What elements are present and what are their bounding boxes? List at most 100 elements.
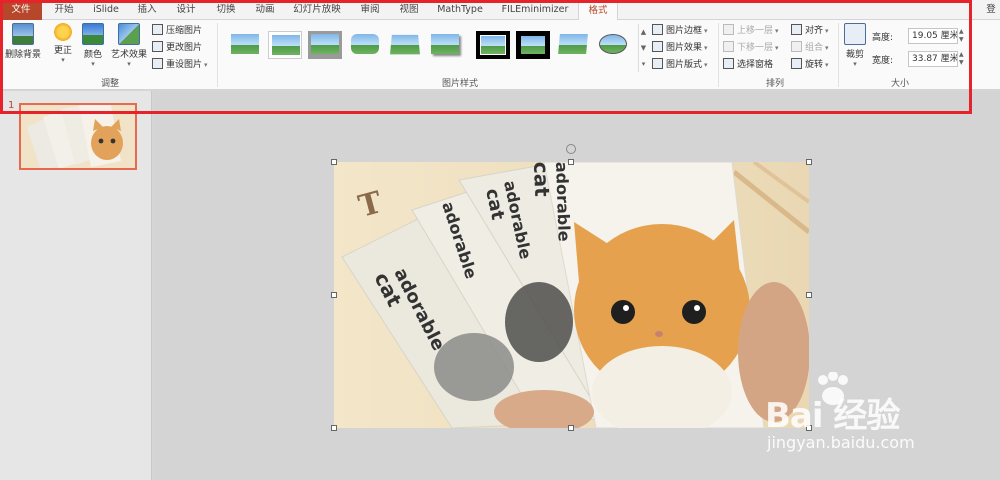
chevron-down-icon: ▾ <box>91 60 95 68</box>
color-picture-icon <box>82 23 104 45</box>
align-icon <box>791 24 802 35</box>
scroll-up-icon[interactable]: ▲ <box>639 24 648 40</box>
border-icon <box>652 24 663 35</box>
baidu-watermark: Bai 经验 jingyan.baidu.com <box>765 371 985 462</box>
crop-button[interactable]: 裁剪 ▾ <box>842 23 868 68</box>
chevron-down-icon: ▾ <box>704 61 708 69</box>
resize-handle-top-right[interactable] <box>806 159 812 165</box>
rotate-icon <box>791 58 802 69</box>
width-label: 宽度: <box>872 56 894 66</box>
resize-handle-left[interactable] <box>331 292 337 298</box>
picture-style-thumb[interactable] <box>268 31 302 59</box>
group-separator <box>838 23 839 87</box>
chevron-down-icon: ▾ <box>704 27 708 35</box>
picture-style-thumb[interactable] <box>556 31 590 59</box>
width-spin-arrows[interactable]: ▲ ▼ <box>959 51 967 67</box>
styles-group-label: 图片样式 <box>441 79 478 89</box>
group-button[interactable]: 组合 ▾ <box>791 40 829 56</box>
tab-review[interactable]: 审阅 <box>354 0 386 20</box>
tab-islide[interactable]: iSlide <box>88 0 124 20</box>
picture-style-thumb[interactable] <box>308 31 342 59</box>
tab-transitions[interactable]: 切换 <box>210 0 242 20</box>
slide-thumbnail[interactable] <box>19 103 137 170</box>
ribbon-tab-bar: 文件 开始 iSlide 插入 设计 切换 动画 幻灯片放映 审阅 视图 Mat… <box>0 0 1000 21</box>
resize-handle-bottom-left[interactable] <box>331 425 337 431</box>
selection-pane-button[interactable]: 选择窗格 <box>723 57 773 73</box>
size-group-label: 大小 <box>890 79 909 89</box>
effects-icon <box>652 41 663 52</box>
resize-handle-right[interactable] <box>806 292 812 298</box>
picture-style-thumb[interactable] <box>388 31 422 59</box>
picture-style-thumb[interactable] <box>348 31 382 59</box>
reset-picture-button[interactable]: 重设图片 ▾ <box>152 57 208 73</box>
compress-icon <box>152 24 163 35</box>
watermark-url: jingyan.baidu.com <box>767 433 915 452</box>
remove-background-icon <box>12 23 34 45</box>
align-button[interactable]: 对齐 ▾ <box>791 23 829 39</box>
artistic-effects-button[interactable]: 艺术效果 ▾ <box>110 23 148 68</box>
login-link[interactable]: 登 <box>982 0 1000 20</box>
remove-background-button[interactable]: 删除背景 <box>3 23 43 60</box>
chevron-down-icon: ▾ <box>704 44 708 52</box>
chevron-down-icon: ▾ <box>825 27 829 35</box>
arrange-group-label: 排列 <box>765 79 784 89</box>
selection-pane-icon <box>723 58 734 69</box>
bring-forward-icon <box>723 24 734 35</box>
tab-view[interactable]: 视图 <box>393 0 425 20</box>
tab-design[interactable]: 设计 <box>170 0 202 20</box>
picture-styles-gallery <box>222 25 639 71</box>
change-picture-button[interactable]: 更改图片 <box>152 40 202 56</box>
picture-effects-button[interactable]: 图片效果 ▾ <box>652 40 708 56</box>
color-button[interactable]: 颜色 ▾ <box>80 23 106 68</box>
chevron-down-icon: ▾ <box>825 61 829 69</box>
height-spin-arrows[interactable]: ▲ ▼ <box>959 28 967 44</box>
compress-pictures-button[interactable]: 压缩图片 <box>152 23 202 39</box>
bring-forward-button[interactable]: 上移一层 ▾ <box>723 23 779 39</box>
group-separator <box>718 23 719 87</box>
chevron-down-icon: ▾ <box>825 44 829 52</box>
slide-number: 1 <box>8 100 15 111</box>
slide-thumbnail-panel: 1 <box>0 91 152 480</box>
chevron-down-icon: ▾ <box>775 44 779 52</box>
resize-handle-bottom[interactable] <box>568 425 574 431</box>
book-text: adorable <box>552 162 574 242</box>
height-spinner: 高度: 19.05 厘米 ▲ ▼ <box>872 28 972 44</box>
correct-button[interactable]: 更正 ▾ <box>50 23 76 64</box>
resize-handle-top-left[interactable] <box>331 159 337 165</box>
resize-handle-top[interactable] <box>568 159 574 165</box>
gallery-more-icon[interactable]: ▾ <box>639 56 648 72</box>
slide-thumbnail-picture <box>21 105 135 168</box>
tab-animations[interactable]: 动画 <box>249 0 281 20</box>
tab-home[interactable]: 开始 <box>48 0 80 20</box>
gallery-scroll[interactable]: ▲ ▼ ▾ <box>638 24 648 72</box>
cat-notebooks-photo: T adorable cat adorable adorable cat ado… <box>334 162 809 428</box>
reset-picture-icon <box>152 58 163 69</box>
rotate-handle-icon[interactable] <box>566 144 576 154</box>
picture-layout-button[interactable]: 图片版式 ▾ <box>652 57 708 73</box>
picture-style-thumb[interactable] <box>428 31 462 59</box>
scroll-down-icon[interactable]: ▼ <box>639 40 648 56</box>
picture-style-thumb[interactable] <box>516 31 550 59</box>
picture-style-thumb[interactable] <box>596 31 630 59</box>
group-separator <box>217 23 218 87</box>
height-input[interactable]: 19.05 厘米 <box>908 28 958 44</box>
tab-fileminimizer[interactable]: FILEminimizer <box>499 0 571 20</box>
rotate-button[interactable]: 旋转 ▾ <box>791 57 829 73</box>
watermark-brand: Bai 经验 <box>765 396 900 436</box>
change-picture-icon <box>152 41 163 52</box>
tab-slideshow[interactable]: 幻灯片放映 <box>290 0 344 20</box>
tab-insert[interactable]: 插入 <box>131 0 163 20</box>
width-input[interactable]: 33.87 厘米 <box>908 51 958 67</box>
picture-style-thumb[interactable] <box>228 31 262 59</box>
picture-style-thumb[interactable] <box>476 31 510 59</box>
chevron-down-icon: ▾ <box>775 27 779 35</box>
selected-picture[interactable]: T adorable cat adorable adorable cat ado… <box>334 162 809 428</box>
picture-border-button[interactable]: 图片边框 ▾ <box>652 23 708 39</box>
send-backward-button[interactable]: 下移一层 ▾ <box>723 40 779 56</box>
tab-file[interactable]: 文件 <box>0 0 42 20</box>
ribbon-format: 删除背景 更正 ▾ 颜色 ▾ 艺术效果 ▾ 压缩图片 更改图片 重设图片 ▾ 调整 <box>0 20 1000 90</box>
tab-format[interactable]: 格式 <box>578 0 618 21</box>
tab-mathtype[interactable]: MathType <box>432 0 488 20</box>
chevron-down-icon: ▾ <box>853 60 857 68</box>
height-label: 高度: <box>872 33 894 43</box>
